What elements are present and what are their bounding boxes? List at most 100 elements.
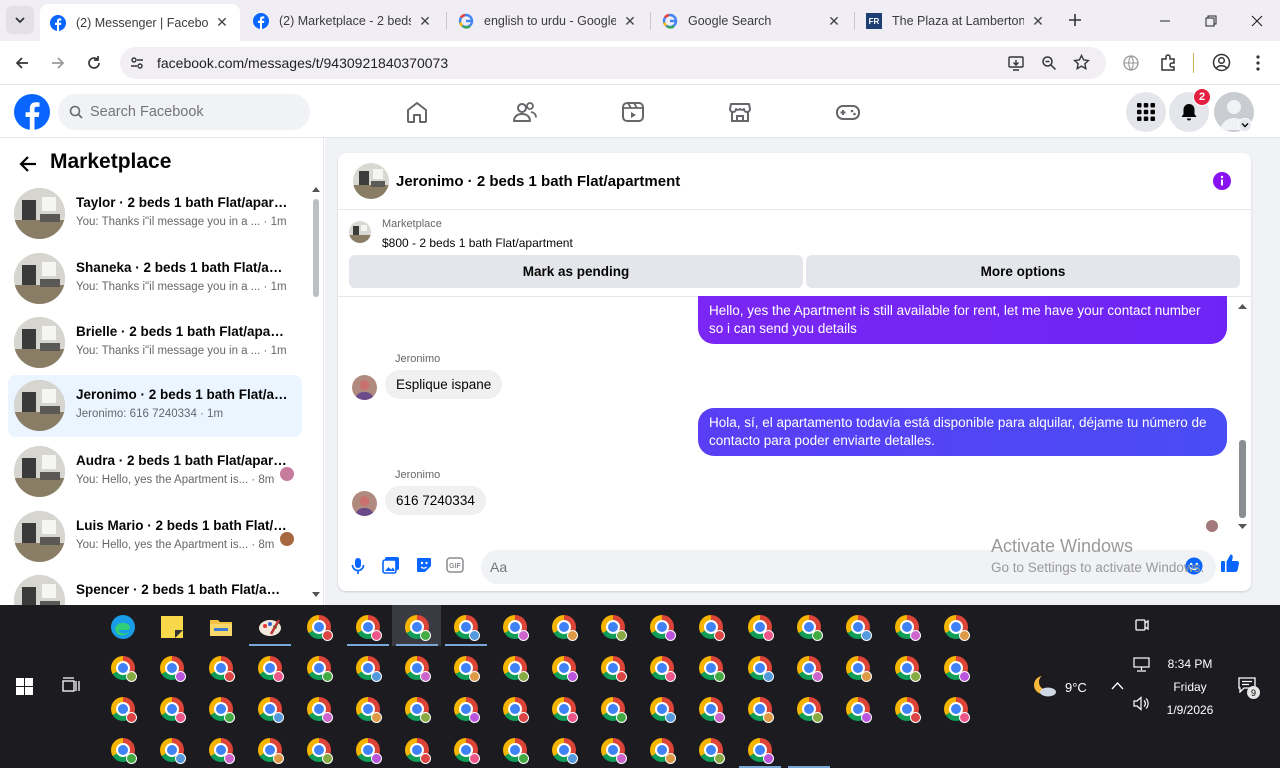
scroll-up-icon[interactable] [312,186,320,192]
tab-plaza-lamberton[interactable]: FR The Plaza at Lamberton - ✕ [856,6,1056,36]
weather-temp[interactable]: 9°C [1065,680,1087,695]
network-icon[interactable] [1133,657,1150,672]
clock-time[interactable]: 8:34 PM [1160,657,1220,671]
file-explorer-taskbar-button[interactable] [208,614,234,640]
clock-date[interactable]: 1/9/2026 [1160,703,1220,717]
scroll-down-icon[interactable] [1238,524,1247,530]
jeronimo-avatar[interactable] [352,491,377,516]
photo-icon[interactable] [382,556,400,574]
conversation-item[interactable]: Shaneka · 2 beds 1 bath Flat/apartment Yo… [8,248,302,310]
back-button[interactable] [10,51,34,75]
chevron-up-icon[interactable] [1111,681,1124,690]
facebook-logo-icon[interactable] [14,94,50,130]
minimize-button[interactable] [1142,0,1188,41]
translate-globe-icon[interactable] [1122,54,1140,72]
friends-icon[interactable] [511,98,539,126]
conversation-item[interactable]: Brielle · 2 beds 1 bath Flat/apartment Yo… [8,312,302,374]
home-icon[interactable] [403,98,431,126]
clock-day[interactable]: Friday [1160,680,1220,694]
listing-title[interactable]: $800 - 2 beds 1 bath Flat/apartment [382,236,573,250]
task-view-icon[interactable] [62,677,81,695]
chrome-taskbar-button[interactable] [894,696,921,723]
chrome-taskbar-button[interactable] [208,655,235,682]
chrome-taskbar-button[interactable] [159,655,186,682]
chrome-taskbar-button[interactable] [159,696,186,723]
chrome-taskbar-button[interactable] [453,655,480,682]
chrome-taskbar-button[interactable] [845,696,872,723]
mark-pending-button[interactable]: Mark as pending [349,255,803,288]
chrome-taskbar-button[interactable] [845,614,872,641]
chrome-taskbar-button[interactable] [208,737,235,764]
close-tab-icon[interactable]: ✕ [214,14,230,31]
install-app-icon[interactable] [1007,54,1025,72]
conversation-item[interactable]: Jeronimo · 2 beds 1 bath Flat/apartment J… [8,375,302,437]
chrome-taskbar-button[interactable] [551,614,578,641]
chrome-taskbar-button[interactable] [306,737,333,764]
more-options-button[interactable]: More options [806,255,1240,288]
chrome-taskbar-button[interactable] [355,696,382,723]
sidebar-scrollbar[interactable] [313,199,319,297]
chrome-taskbar-button[interactable] [306,696,333,723]
chrome-taskbar-button[interactable] [502,696,529,723]
new-tab-button[interactable] [1064,9,1086,31]
conversation-item[interactable]: Taylor · 2 beds 1 bath Flat/apartment You… [8,183,302,245]
conversation-item[interactable]: Spencer · 2 beds 1 bath Flat/apartment [8,570,302,605]
info-icon[interactable] [1213,172,1231,190]
thumbs-up-icon[interactable] [1220,553,1240,573]
profile-icon[interactable] [1212,53,1231,72]
chrome-taskbar-button[interactable] [649,655,676,682]
chrome-taskbar-button[interactable] [943,696,970,723]
scroll-down-icon[interactable] [312,592,320,598]
message-bubble-outgoing[interactable]: Hola, sí, el apartamento todavía está di… [698,408,1227,456]
chrome-taskbar-button[interactable] [551,737,578,764]
sticker-icon[interactable] [415,556,433,574]
chrome-taskbar-button[interactable] [845,655,872,682]
close-window-button[interactable] [1234,0,1280,41]
scroll-up-icon[interactable] [1238,303,1247,309]
chrome-taskbar-button[interactable] [306,655,333,682]
close-tab-icon[interactable]: ✕ [622,13,638,29]
tab-marketplace[interactable]: (2) Marketplace - 2 beds ✕ [243,6,443,36]
chrome-taskbar-button[interactable] [649,737,676,764]
windows-start-icon[interactable] [16,678,33,695]
microphone-icon[interactable] [350,557,366,575]
chrome-taskbar-button[interactable] [257,737,284,764]
chrome-taskbar-button[interactable] [894,614,921,641]
conversation-item[interactable]: Audra · 2 beds 1 bath Flat/apartment You:… [8,441,302,503]
chrome-taskbar-button[interactable] [453,696,480,723]
chrome-taskbar-button[interactable] [453,614,480,641]
chrome-taskbar-button[interactable] [600,696,627,723]
chrome-taskbar-button[interactable] [551,655,578,682]
chrome-taskbar-button[interactable] [698,614,725,641]
chrome-taskbar-button[interactable] [649,614,676,641]
chrome-taskbar-button[interactable] [747,737,774,764]
tab-messenger[interactable]: (2) Messenger | Facebook ✕ [40,4,240,41]
close-tab-icon[interactable]: ✕ [826,13,842,29]
chrome-taskbar-button[interactable] [747,614,774,641]
meet-now-icon[interactable] [1134,617,1150,633]
address-bar[interactable]: facebook.com/messages/t/9430921840370073 [120,47,1106,79]
chrome-taskbar-button[interactable] [894,655,921,682]
tab-google-search[interactable]: Google Search ✕ [652,6,852,36]
chrome-taskbar-button[interactable] [551,696,578,723]
chrome-taskbar-button[interactable] [404,655,431,682]
chrome-taskbar-button[interactable] [502,614,529,641]
chrome-taskbar-button[interactable] [747,696,774,723]
chrome-taskbar-button[interactable] [796,696,823,723]
chrome-taskbar-button[interactable] [355,614,382,641]
chrome-taskbar-button[interactable] [257,655,284,682]
back-arrow-icon[interactable] [18,154,38,174]
forward-button[interactable] [46,51,70,75]
chrome-taskbar-button[interactable] [355,655,382,682]
conversation-item[interactable]: Luis Mario · 2 beds 1 bath Flat/apartmen… [8,506,302,568]
extensions-puzzle-icon[interactable] [1159,53,1178,72]
chrome-taskbar-button[interactable] [600,614,627,641]
gif-icon[interactable]: GIF [446,557,464,573]
chrome-taskbar-button[interactable] [404,696,431,723]
weather-moon-icon[interactable] [1030,673,1058,699]
restore-button[interactable] [1188,0,1234,41]
chrome-taskbar-button[interactable] [355,737,382,764]
message-bubble-outgoing[interactable]: Hello, yes the Apartment is still availa… [698,296,1227,344]
message-bubble-incoming[interactable]: Esplique ispane [385,370,503,399]
message-bubble-incoming[interactable]: 616 7240334 [385,486,486,515]
